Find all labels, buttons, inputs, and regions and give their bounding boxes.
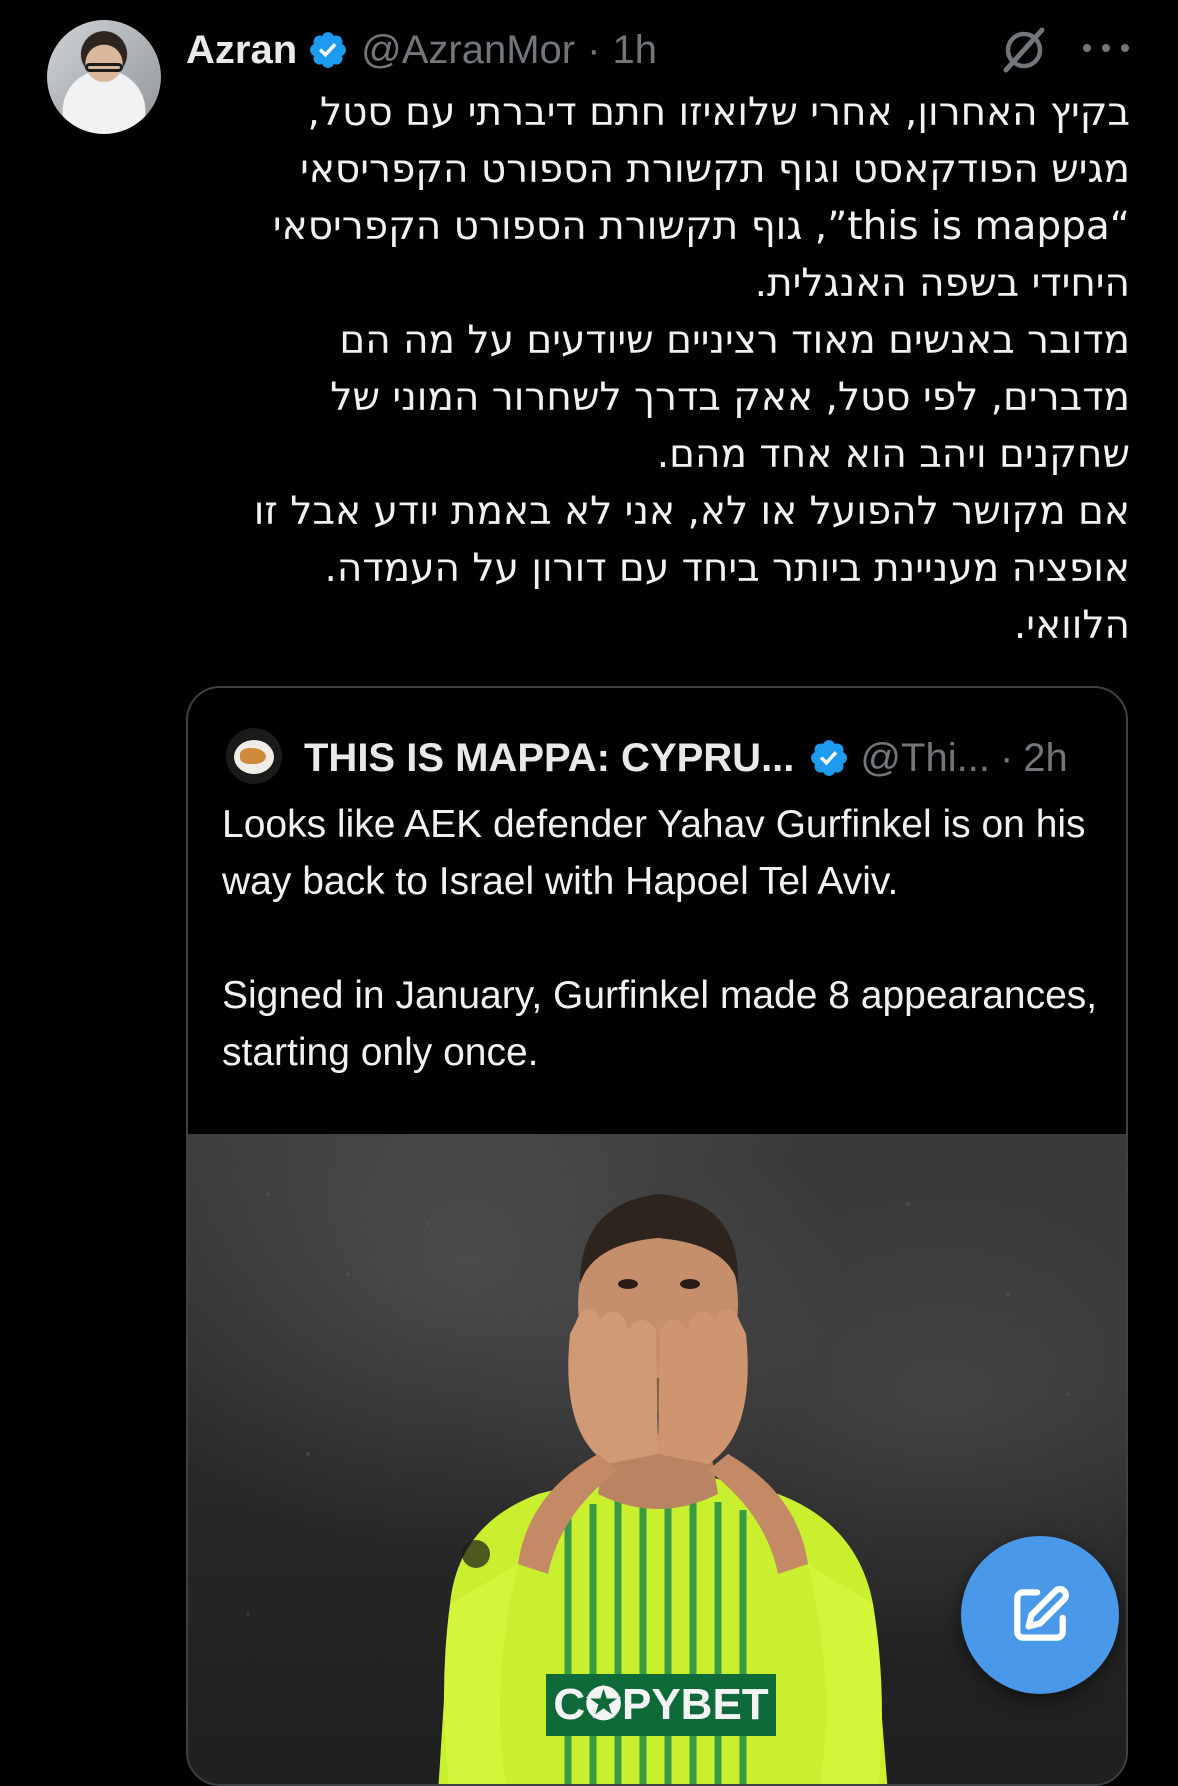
quote-logo-mark: [240, 748, 266, 764]
quote-avatar[interactable]: [226, 728, 282, 784]
tweet-header: Azran @AzranMor · 1h: [186, 22, 657, 78]
avatar-glasses: [85, 63, 123, 72]
author-handle[interactable]: @AzranMor: [361, 28, 575, 73]
quote-text-paragraph: Signed in January, Gurfinkel made 8 appe…: [222, 974, 1098, 1074]
verified-badge-icon: [310, 32, 347, 68]
quote-author-name[interactable]: THIS IS MAPPA: CYPRU...: [304, 736, 794, 781]
quote-text-paragraph: Looks like AEK defender Yahav Gurfinkel …: [222, 803, 1086, 903]
post-time[interactable]: 1h: [612, 28, 657, 73]
compose-icon: [1014, 1586, 1069, 1641]
grok-icon[interactable]: [998, 24, 1050, 76]
right-hand: [658, 1309, 748, 1464]
avatar[interactable]: [47, 20, 161, 134]
quote-post-time[interactable]: 2h: [1023, 736, 1068, 781]
separator-dot: ·: [587, 27, 601, 72]
left-hand: [568, 1309, 658, 1464]
verified-badge-icon: [811, 740, 848, 776]
more-icon[interactable]: [1081, 38, 1131, 58]
tweet-text: בקיץ האחרון, אחרי שלואיזו חתם דיברתי עם …: [253, 90, 1130, 648]
author-name[interactable]: Azran: [186, 28, 297, 73]
jersey-sponsor: C✪PYBET: [553, 1680, 768, 1729]
separator-dot: ·: [999, 735, 1014, 780]
quote-author-handle[interactable]: @Thi...: [860, 736, 990, 781]
quote-photo[interactable]: C✪PYBET: [188, 1134, 1128, 1786]
more-dot: [1121, 44, 1129, 52]
more-dot: [1102, 44, 1110, 52]
quote-text: Looks like AEK defender Yahav Gurfinkel …: [222, 796, 1112, 1081]
eye: [680, 1279, 700, 1289]
quote-header: THIS IS MAPPA: CYPRU... @Thi... · 2h: [304, 728, 1068, 788]
more-dot: [1083, 44, 1091, 52]
compose-button[interactable]: [961, 1536, 1119, 1694]
sleeve-badge: [462, 1540, 490, 1568]
eye: [618, 1279, 638, 1289]
